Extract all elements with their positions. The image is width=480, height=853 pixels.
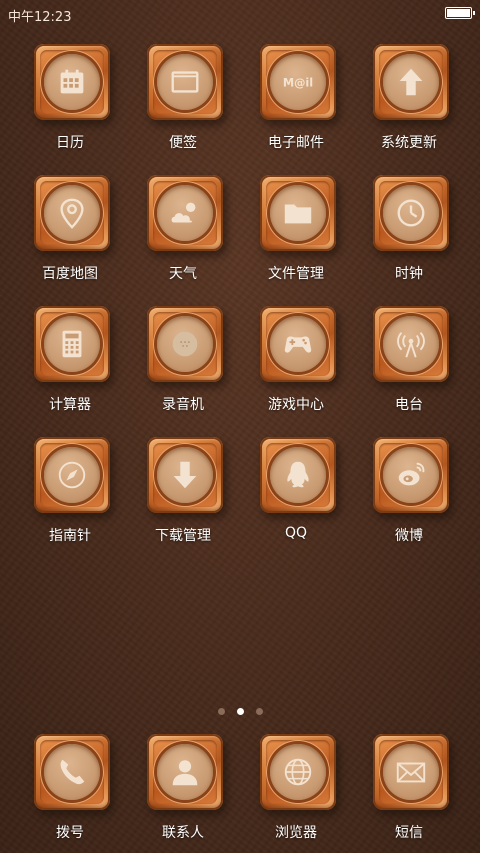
mail-icon: M@il xyxy=(270,54,326,110)
app-tile[interactable] xyxy=(373,437,449,513)
recorder-icon xyxy=(157,316,213,372)
app-label: 微博 xyxy=(395,528,423,544)
app-tile[interactable]: M@il xyxy=(260,44,336,120)
app-icon-weibo[interactable]: 微博 xyxy=(353,435,465,545)
app-tile[interactable] xyxy=(147,44,223,120)
app-label: 指南针 xyxy=(49,528,91,544)
radio-antenna-icon xyxy=(383,316,439,372)
weibo-icon xyxy=(383,447,439,503)
app-tile[interactable] xyxy=(34,306,110,382)
app-label: 计算器 xyxy=(49,397,91,413)
app-tile[interactable] xyxy=(260,175,336,251)
qq-penguin-icon xyxy=(270,447,326,503)
download-arrow-icon xyxy=(157,447,213,503)
notepad-icon xyxy=(157,54,213,110)
app-icon-globe[interactable]: 浏览器 xyxy=(240,732,352,842)
app-label: 游戏中心 xyxy=(268,397,324,413)
page-dot-active[interactable] xyxy=(236,708,244,715)
app-icon-weather[interactable]: 天气 xyxy=(127,173,239,283)
app-icon-recorder[interactable]: 录音机 xyxy=(127,304,239,414)
calendar-icon xyxy=(44,54,100,110)
app-icon-qq-penguin[interactable]: QQ xyxy=(240,435,352,545)
app-icon-calculator[interactable]: 计算器 xyxy=(14,304,126,414)
app-tile[interactable] xyxy=(147,734,223,810)
app-label: QQ xyxy=(284,525,308,541)
compass-icon xyxy=(44,447,100,503)
app-tile[interactable] xyxy=(373,734,449,810)
globe-icon xyxy=(270,744,326,800)
app-label: 联系人 xyxy=(162,825,204,841)
app-tile[interactable] xyxy=(147,306,223,382)
app-icon-phone[interactable]: 拨号 xyxy=(14,732,126,842)
app-icon-calendar[interactable]: 日历 xyxy=(14,42,126,152)
app-tile[interactable] xyxy=(147,437,223,513)
upload-arrow-icon xyxy=(383,54,439,110)
page-dot[interactable] xyxy=(217,708,225,715)
app-tile[interactable] xyxy=(260,306,336,382)
app-icon-contact[interactable]: 联系人 xyxy=(127,732,239,842)
app-tile[interactable] xyxy=(34,437,110,513)
app-icon-upload-arrow[interactable]: 系统更新 xyxy=(353,42,465,152)
app-label: 浏览器 xyxy=(275,825,317,841)
app-tile[interactable] xyxy=(34,734,110,810)
weather-icon xyxy=(157,185,213,241)
contact-icon xyxy=(157,744,213,800)
battery-icon xyxy=(445,7,475,19)
app-label: 系统更新 xyxy=(381,135,437,151)
dock: 拨号 联系人 浏览器 短信 xyxy=(0,730,480,850)
status-time: 中午12:23 xyxy=(8,10,72,25)
app-label: 文件管理 xyxy=(268,266,324,282)
app-icon-clock[interactable]: 时钟 xyxy=(353,173,465,283)
app-tile[interactable] xyxy=(147,175,223,251)
clock-icon xyxy=(383,185,439,241)
app-tile[interactable] xyxy=(373,175,449,251)
app-label: 录音机 xyxy=(162,397,204,413)
app-icon-compass[interactable]: 指南针 xyxy=(14,435,126,545)
app-label: 电台 xyxy=(395,397,423,413)
app-tile[interactable] xyxy=(260,437,336,513)
app-label: 百度地图 xyxy=(42,266,98,282)
folder-icon xyxy=(270,185,326,241)
page-indicator xyxy=(0,700,480,715)
app-label: 天气 xyxy=(169,266,197,282)
app-label: 下载管理 xyxy=(155,528,211,544)
app-icon-map-pin[interactable]: 百度地图 xyxy=(14,173,126,283)
app-tile[interactable] xyxy=(260,734,336,810)
calculator-icon xyxy=(44,316,100,372)
map-pin-icon xyxy=(44,185,100,241)
app-icon-radio-antenna[interactable]: 电台 xyxy=(353,304,465,414)
app-label: 便签 xyxy=(169,135,197,151)
app-label: 日历 xyxy=(56,135,84,151)
app-label: 短信 xyxy=(395,825,423,841)
app-tile[interactable] xyxy=(34,44,110,120)
app-label: 拨号 xyxy=(56,825,84,841)
app-label: 电子邮件 xyxy=(268,135,324,151)
page-dot[interactable] xyxy=(255,708,263,715)
app-icon-mail[interactable]: M@il 电子邮件 xyxy=(240,42,352,152)
app-tile[interactable] xyxy=(34,175,110,251)
app-tile[interactable] xyxy=(373,306,449,382)
status-bar: 中午12:23 xyxy=(0,0,480,28)
app-icon-gamepad[interactable]: 游戏中心 xyxy=(240,304,352,414)
app-icon-envelope[interactable]: 短信 xyxy=(353,732,465,842)
app-icon-notepad[interactable]: 便签 xyxy=(127,42,239,152)
phone-icon xyxy=(44,744,100,800)
app-icon-folder[interactable]: 文件管理 xyxy=(240,173,352,283)
svg-text:M@il: M@il xyxy=(283,76,313,90)
app-icon-download-arrow[interactable]: 下载管理 xyxy=(127,435,239,545)
app-label: 时钟 xyxy=(395,266,423,282)
envelope-icon xyxy=(383,744,439,800)
gamepad-icon xyxy=(270,316,326,372)
app-tile[interactable] xyxy=(373,44,449,120)
